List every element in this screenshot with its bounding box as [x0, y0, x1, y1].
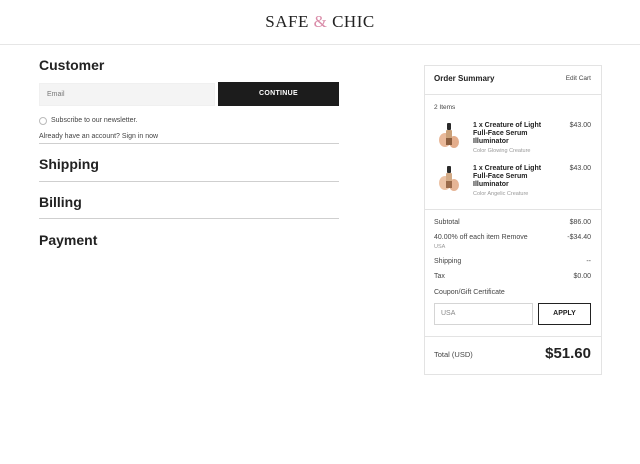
item-price: $43.00: [569, 165, 591, 172]
items-count: 2 Items: [434, 104, 456, 111]
total-label: Total (USD): [434, 350, 473, 359]
newsletter-label: Subscribe to our newsletter.: [51, 117, 138, 124]
item-name-line: 1 x Creature of Light: [473, 165, 542, 172]
apply-coupon-button[interactable]: APPLY: [538, 303, 591, 325]
customer-heading: Customer: [39, 57, 105, 73]
discount-value: -$34.40: [567, 234, 591, 241]
section-divider: [39, 181, 339, 182]
tax-label: Tax: [434, 273, 445, 280]
signin-link[interactable]: Already have an account? Sign in now: [39, 133, 158, 140]
newsletter-checkbox[interactable]: [39, 117, 47, 125]
billing-heading[interactable]: Billing: [39, 194, 82, 210]
subtotal-value: $86.00: [569, 219, 591, 226]
tax-value: $0.00: [573, 273, 591, 280]
shipping-value: --: [586, 258, 591, 265]
item-name-line: 1 x Creature of Light: [473, 122, 542, 129]
logo-ampersand: &: [313, 12, 328, 31]
product-thumbnail-1: [439, 123, 459, 148]
coupon-input[interactable]: USA: [434, 303, 533, 325]
total-value: $51.60: [545, 345, 591, 362]
item-name-line: Full-Face Serum: [473, 173, 528, 181]
summary-divider: [424, 336, 602, 337]
item-name[interactable]: 1 x Creature of Light Full-Face Serum Il…: [473, 165, 553, 190]
summary-divider: [424, 209, 602, 210]
discount-region: USA: [434, 244, 446, 250]
brand-logo[interactable]: SAFE & CHIC: [0, 12, 640, 32]
item-price: $43.00: [569, 122, 591, 129]
order-summary-title: Order Summary: [434, 74, 495, 83]
shipping-heading[interactable]: Shipping: [39, 156, 99, 172]
item-name-line: Full-Face Serum: [473, 130, 528, 138]
logo-text-right: CHIC: [327, 12, 375, 31]
payment-heading[interactable]: Payment: [39, 232, 97, 248]
coupon-label: Coupon/Gift Certificate: [434, 289, 505, 296]
email-field[interactable]: Email: [39, 83, 215, 106]
shipping-label: Shipping: [434, 258, 462, 265]
discount-label[interactable]: 40.00% off each item Remove: [434, 234, 528, 241]
continue-button[interactable]: CONTINUE: [218, 82, 339, 106]
subtotal-label: Subtotal: [434, 219, 460, 226]
item-name-line: Illuminator: [473, 181, 509, 189]
edit-cart-link[interactable]: Edit Cart: [566, 75, 591, 82]
summary-divider: [424, 94, 602, 95]
item-color: Color Glowing Creature: [473, 148, 531, 154]
item-color: Color Angelic Creature: [473, 191, 529, 197]
logo-text-left: SAFE: [265, 12, 314, 31]
section-divider: [39, 143, 339, 144]
item-name-line: Illuminator: [473, 138, 509, 146]
section-divider: [39, 218, 339, 219]
item-name[interactable]: 1 x Creature of Light Full-Face Serum Il…: [473, 122, 553, 147]
site-header: SAFE & CHIC: [0, 0, 640, 45]
product-thumbnail-2: [439, 166, 459, 191]
